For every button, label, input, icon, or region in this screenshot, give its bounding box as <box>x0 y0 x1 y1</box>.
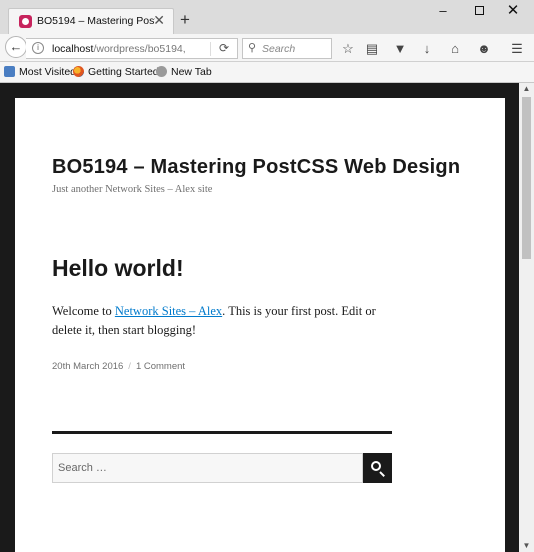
arrow-left-icon: ← <box>9 39 23 54</box>
home-icon[interactable]: ⌂ <box>447 41 463 57</box>
bookmark-label: New Tab <box>171 66 212 78</box>
site-favicon-icon <box>19 15 32 28</box>
firefox-icon <box>73 66 84 77</box>
url-bar[interactable]: i localhost/wordpress/bo5194, ⟳ <box>26 38 238 59</box>
bookmark-getting-started[interactable]: Getting Started <box>73 66 159 78</box>
scroll-down-arrow-icon[interactable]: ▼ <box>519 540 534 552</box>
scroll-up-arrow-icon[interactable]: ▲ <box>519 83 534 95</box>
page-content: BO5194 – Mastering PostCSS Web Design Ju… <box>15 98 505 552</box>
search-widget: Search … <box>52 453 392 483</box>
back-button[interactable]: ← <box>5 36 27 58</box>
url-host: localhost <box>52 43 94 55</box>
reading-list-icon[interactable]: ▤ <box>364 41 380 57</box>
search-icon-handle <box>379 471 385 477</box>
site-title[interactable]: BO5194 – Mastering PostCSS Web Design <box>52 156 460 179</box>
minimize-button[interactable]: – <box>428 2 458 20</box>
bookmark-label: Getting Started <box>88 66 159 78</box>
network-sites-link[interactable]: Network Sites – Alex <box>115 304 222 318</box>
search-submit-button[interactable] <box>363 453 392 483</box>
tab-title: BO5194 – Mastering PostC... <box>37 15 155 27</box>
browser-tab[interactable]: BO5194 – Mastering PostC... ✕ <box>8 8 174 34</box>
most-visited-icon <box>4 66 15 77</box>
info-icon[interactable]: i <box>32 42 44 54</box>
tab-close-icon[interactable]: ✕ <box>153 12 165 29</box>
vertical-scrollbar[interactable]: ▲ ▼ <box>519 83 534 552</box>
bookmark-most-visited[interactable]: Most Visited <box>4 66 76 78</box>
bookmarks-toolbar: Most Visited Getting Started New Tab <box>0 62 534 83</box>
site-description: Just another Network Sites – Alex site <box>52 184 213 195</box>
meta-separator: / <box>128 361 131 372</box>
url-separator <box>210 42 211 56</box>
url-path: /wordpress/bo5194, <box>93 43 186 55</box>
comments-link[interactable]: 1 Comment <box>136 361 185 372</box>
url-text: localhost/wordpress/bo5194, <box>52 43 186 55</box>
search-input[interactable]: Search … <box>52 453 363 483</box>
feedback-icon[interactable]: ☻ <box>476 41 492 57</box>
navigation-toolbar: ← i localhost/wordpress/bo5194, ⟳ ⚲ Sear… <box>0 34 534 62</box>
magnifier-icon: ⚲ <box>248 42 257 54</box>
bookmark-new-tab[interactable]: New Tab <box>156 66 212 78</box>
widget-divider <box>52 431 392 434</box>
search-bar-placeholder: Search <box>262 43 296 55</box>
close-window-button[interactable]: ✕ <box>498 2 528 20</box>
page-viewport: BO5194 – Mastering PostCSS Web Design Ju… <box>0 83 519 552</box>
scrollbar-thumb[interactable] <box>522 97 531 259</box>
pocket-icon[interactable]: ▼ <box>392 41 408 57</box>
post-body-intro: Welcome to <box>52 304 115 318</box>
tab-strip: BO5194 – Mastering PostC... ✕ + – ✕ <box>0 0 534 34</box>
post-date-link[interactable]: 20th March 2016 <box>52 361 123 372</box>
post-title[interactable]: Hello world! <box>52 255 184 282</box>
bookmark-star-icon[interactable]: ☆ <box>340 41 356 57</box>
menu-icon[interactable]: ☰ <box>509 41 525 57</box>
new-tab-button[interactable]: + <box>180 11 190 28</box>
globe-icon <box>156 66 167 77</box>
maximize-icon <box>474 6 484 15</box>
search-bar[interactable]: ⚲ Search <box>242 38 332 59</box>
download-icon[interactable]: ↓ <box>419 41 435 57</box>
post-meta: 20th March 2016 / 1 Comment <box>52 361 185 372</box>
search-icon <box>371 461 381 471</box>
reload-icon[interactable]: ⟳ <box>219 41 229 55</box>
maximize-button[interactable] <box>464 2 494 20</box>
bookmark-label: Most Visited <box>19 66 76 78</box>
post-body: Welcome to Network Sites – Alex. This is… <box>52 302 402 340</box>
